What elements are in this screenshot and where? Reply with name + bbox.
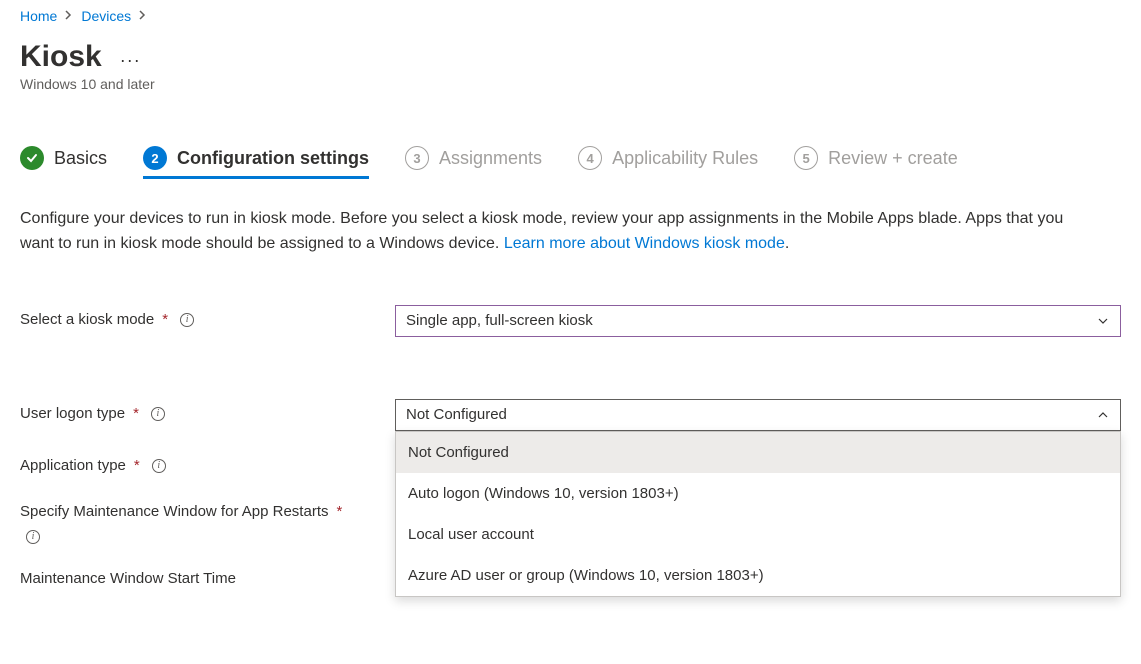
dropdown-option-azure-ad[interactable]: Azure AD user or group (Windows 10, vers… [396, 555, 1120, 596]
tab-label: Review + create [828, 148, 958, 169]
user-logon-type-label: User logon type * i [20, 399, 395, 426]
learn-more-link[interactable]: Learn more about Windows kiosk mode [504, 235, 785, 252]
form-area: Select a kiosk mode * i Single app, full… [20, 257, 1121, 591]
required-asterisk: * [134, 455, 140, 478]
required-asterisk: * [336, 501, 342, 524]
maintenance-start-time-label: Maintenance Window Start Time [20, 564, 395, 591]
tab-basics[interactable]: Basics [20, 146, 107, 179]
dropdown-option-not-configured[interactable]: Not Configured [396, 432, 1120, 473]
dropdown-option-local-user[interactable]: Local user account [396, 514, 1120, 555]
checkmark-icon [20, 146, 44, 170]
tab-label: Applicability Rules [612, 148, 758, 169]
tab-label: Assignments [439, 148, 542, 169]
user-logon-type-select[interactable]: Not Configured [395, 399, 1121, 431]
info-icon[interactable]: i [26, 530, 40, 544]
chevron-right-icon [139, 9, 147, 23]
step-number-badge: 5 [794, 146, 818, 170]
chevron-down-icon [1096, 314, 1110, 328]
step-number-badge: 4 [578, 146, 602, 170]
tab-label: Configuration settings [177, 148, 369, 169]
tab-applicability-rules[interactable]: 4 Applicability Rules [578, 146, 758, 179]
chevron-right-icon [65, 9, 73, 23]
maintenance-window-label: Specify Maintenance Window for App Resta… [20, 497, 360, 544]
select-value: Single app, full-screen kiosk [406, 312, 593, 329]
wizard-tabs: Basics 2 Configuration settings 3 Assign… [20, 108, 1121, 179]
required-asterisk: * [162, 309, 168, 332]
page-header: Kiosk ··· Windows 10 and later [20, 28, 1121, 108]
chevron-up-icon [1096, 408, 1110, 422]
kiosk-mode-select[interactable]: Single app, full-screen kiosk [395, 305, 1121, 337]
application-type-label: Application type * i [20, 451, 395, 478]
breadcrumb-devices[interactable]: Devices [81, 8, 131, 24]
description-part2: . [785, 235, 789, 252]
tab-assignments[interactable]: 3 Assignments [405, 146, 542, 179]
info-icon[interactable]: i [152, 459, 166, 473]
kiosk-mode-label: Select a kiosk mode * i [20, 305, 395, 332]
breadcrumb: Home Devices [20, 0, 1121, 28]
page-subtitle: Windows 10 and later [20, 76, 1121, 92]
required-asterisk: * [133, 403, 139, 426]
description-text: Configure your devices to run in kiosk m… [20, 179, 1100, 257]
more-actions-button[interactable]: ··· [120, 50, 141, 71]
tab-configuration-settings[interactable]: 2 Configuration settings [143, 146, 369, 179]
user-logon-type-dropdown: Not Configured Auto logon (Windows 10, v… [395, 431, 1121, 597]
info-icon[interactable]: i [180, 313, 194, 327]
step-number-badge: 3 [405, 146, 429, 170]
tab-review-create[interactable]: 5 Review + create [794, 146, 958, 179]
step-number-badge: 2 [143, 146, 167, 170]
page-title: Kiosk [20, 40, 102, 74]
breadcrumb-home[interactable]: Home [20, 8, 57, 24]
info-icon[interactable]: i [151, 407, 165, 421]
select-value: Not Configured [406, 406, 507, 423]
dropdown-option-auto-logon[interactable]: Auto logon (Windows 10, version 1803+) [396, 473, 1120, 514]
tab-label: Basics [54, 148, 107, 169]
